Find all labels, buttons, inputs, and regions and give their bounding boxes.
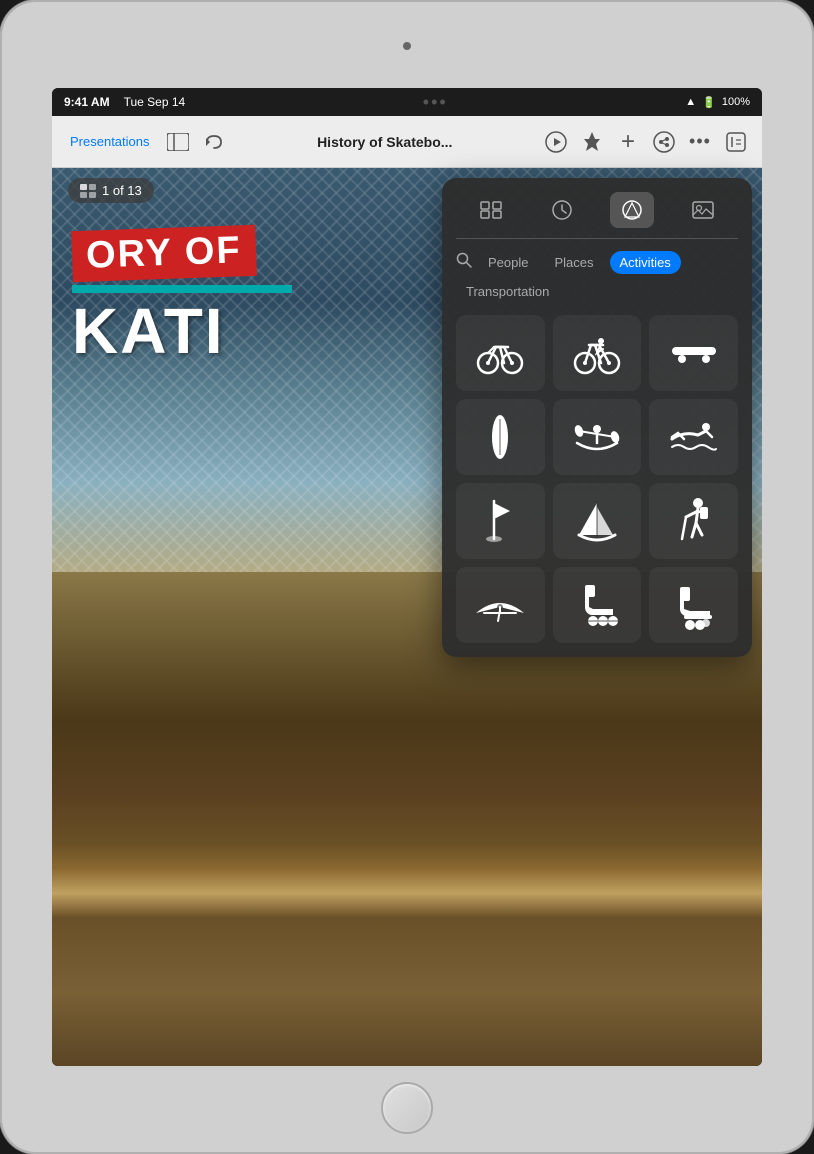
skateboard-icon — [668, 327, 720, 379]
slide-counter-text: 1 of 13 — [102, 183, 142, 198]
symbol-swimming[interactable] — [649, 399, 738, 475]
search-icon-button[interactable] — [456, 252, 472, 273]
panel-tab-shapes[interactable] — [610, 192, 654, 228]
symbol-sailing[interactable] — [553, 483, 642, 559]
symbol-hang-glider[interactable] — [456, 567, 545, 643]
pin-button[interactable] — [578, 128, 606, 156]
symbol-hiking[interactable] — [649, 483, 738, 559]
symbol-skateboard[interactable] — [649, 315, 738, 391]
symbol-mountain-bike[interactable] — [553, 315, 642, 391]
slide-counter: 1 of 13 — [68, 178, 154, 203]
panel-tab-grid[interactable] — [469, 192, 513, 228]
symbol-bicycle[interactable] — [456, 315, 545, 391]
symbol-surfboard[interactable] — [456, 399, 545, 475]
golf-icon — [474, 495, 526, 547]
play-button[interactable] — [542, 128, 570, 156]
slide-text-area: ORY OF KATI — [72, 208, 422, 363]
cyan-decorative-bar — [72, 285, 292, 293]
photos-icon — [692, 201, 714, 219]
panel-tab-photos[interactable] — [681, 192, 725, 228]
document-title: History of Skatebo... — [236, 134, 535, 150]
home-button[interactable] — [381, 1082, 433, 1134]
symbol-golf[interactable] — [456, 483, 545, 559]
undo-button[interactable] — [200, 128, 228, 156]
status-bar: 9:41 AM Tue Sep 14 ••• ▲ 🔋 100% — [52, 88, 762, 116]
symbol-inline-skate[interactable] — [553, 567, 642, 643]
sailing-icon — [571, 495, 623, 547]
category-people[interactable]: People — [478, 251, 538, 274]
hang-glider-icon — [474, 579, 526, 631]
hiking-icon — [668, 495, 720, 547]
inline-skate-icon — [571, 579, 623, 631]
status-center-dots: ••• — [423, 92, 448, 113]
slide-text-line2: KATI — [72, 299, 422, 363]
category-places[interactable]: Places — [544, 251, 603, 274]
status-date: Tue Sep 14 — [124, 95, 186, 109]
symbol-rowing[interactable] — [553, 399, 642, 475]
shapes-icon — [621, 200, 643, 220]
share-button[interactable] — [650, 128, 678, 156]
rowing-icon — [571, 411, 623, 463]
camera-dot — [403, 42, 411, 50]
toolbar: Presentations History of Skatebo... — [52, 116, 762, 168]
status-left: 9:41 AM Tue Sep 14 — [64, 95, 185, 109]
sidebar-toggle-button[interactable] — [164, 128, 192, 156]
surfboard-icon — [474, 411, 526, 463]
add-button[interactable]: + — [614, 128, 642, 156]
slide-counter-icon — [80, 184, 96, 198]
clock-icon — [552, 200, 572, 220]
symbol-picker-panel: People Places Activities Transportation — [442, 178, 752, 657]
slide-text-line1: ORY OF — [71, 225, 256, 282]
panel-icon-tabs — [456, 192, 738, 239]
status-time: 9:41 AM — [64, 95, 110, 109]
battery-icon: 🔋 — [702, 96, 716, 109]
symbol-grid — [456, 315, 738, 643]
format-button[interactable] — [722, 128, 750, 156]
wifi-icon: ▲ — [685, 96, 696, 108]
panel-tab-recent[interactable] — [540, 192, 584, 228]
category-activities[interactable]: Activities — [610, 251, 681, 274]
ipad-frame: 9:41 AM Tue Sep 14 ••• ▲ 🔋 100% Presenta… — [0, 0, 814, 1154]
grid-icon — [480, 201, 502, 219]
bicycle-icon — [474, 327, 526, 379]
roller-skate-icon — [668, 579, 720, 631]
search-category-row: People Places Activities Transportation — [456, 251, 738, 303]
symbol-roller-skate[interactable] — [649, 567, 738, 643]
ipad-screen: 9:41 AM Tue Sep 14 ••• ▲ 🔋 100% Presenta… — [52, 88, 762, 1066]
status-right: ▲ 🔋 100% — [685, 96, 750, 109]
category-transportation[interactable]: Transportation — [456, 280, 559, 303]
swimming-icon — [668, 411, 720, 463]
mountain-bike-icon — [571, 327, 623, 379]
battery-percent: 100% — [722, 96, 750, 108]
more-button[interactable]: ••• — [686, 128, 714, 156]
search-icon — [456, 252, 472, 268]
back-button[interactable]: Presentations — [64, 130, 156, 153]
